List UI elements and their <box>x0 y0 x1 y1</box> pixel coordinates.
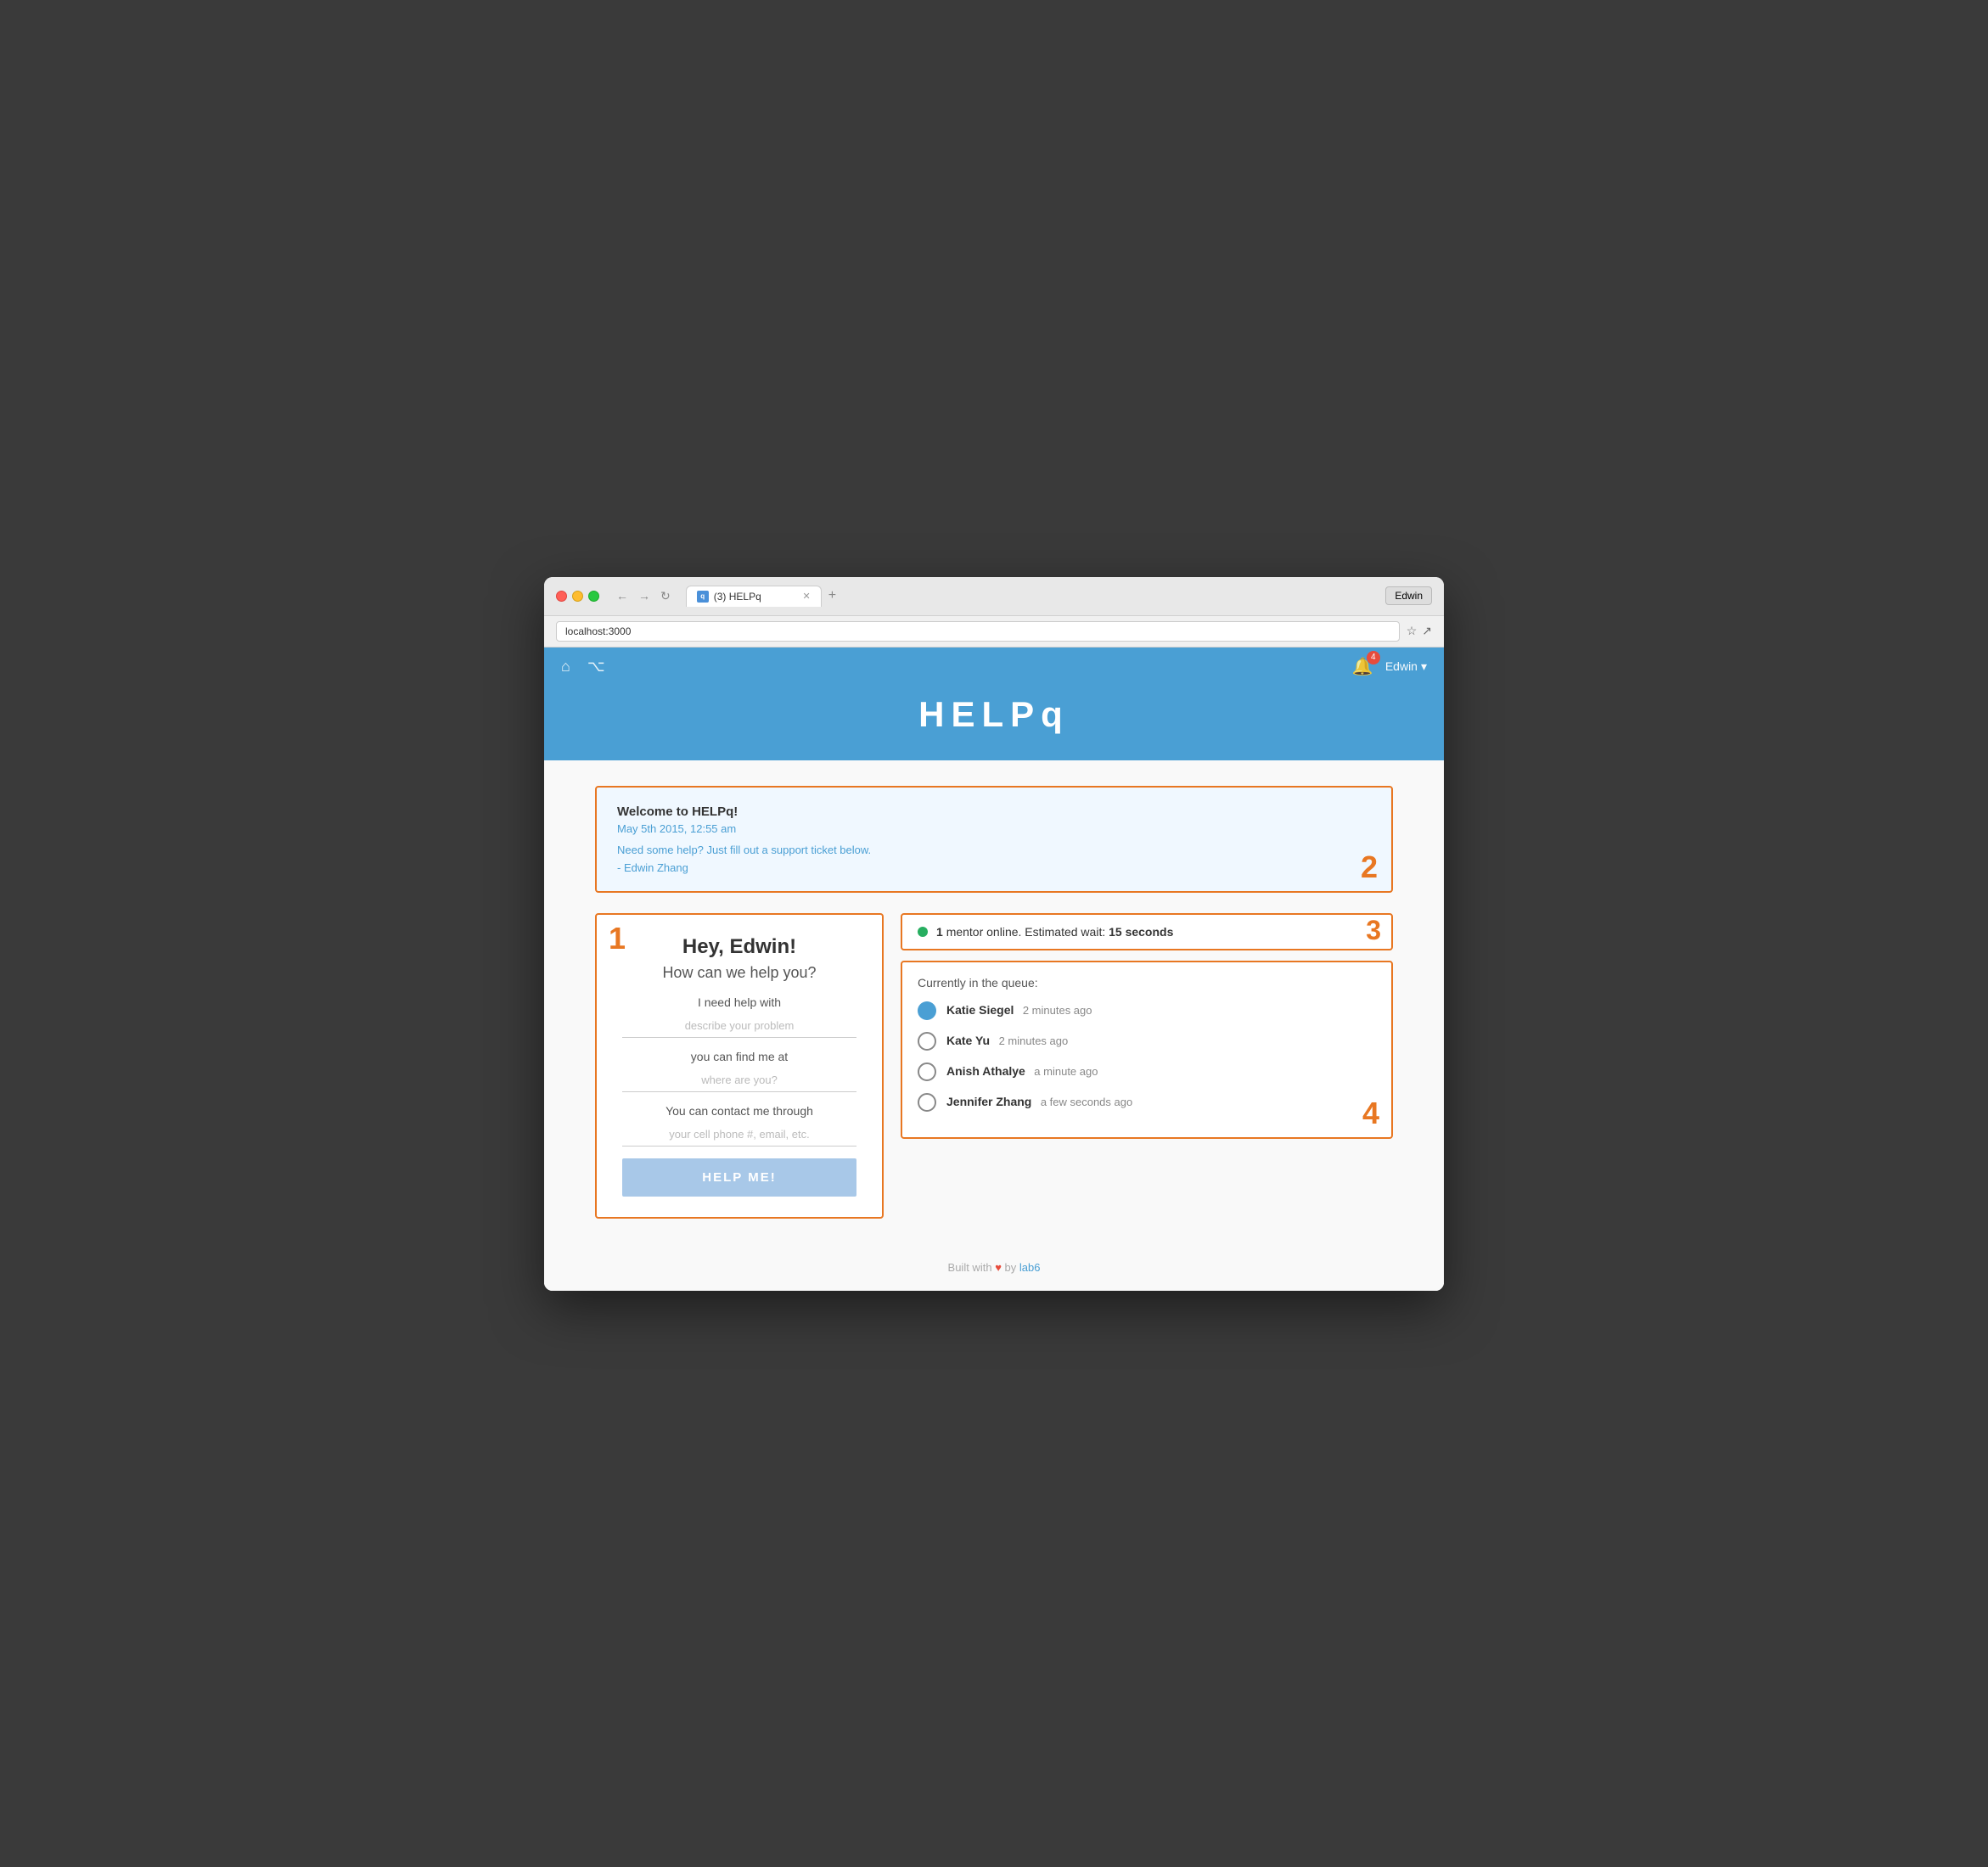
location-input[interactable] <box>622 1068 856 1092</box>
form-label-2: you can find me at <box>622 1050 856 1063</box>
queue-avatar-1 <box>918 1001 936 1020</box>
close-button[interactable] <box>556 591 567 602</box>
forward-button[interactable]: → <box>635 587 654 604</box>
help-me-button[interactable]: HELP ME! <box>622 1158 856 1197</box>
header-top: ⌂ ⌥ 🔔 4 Edwin ▾ <box>544 648 1444 686</box>
footer-built-with: Built with <box>948 1261 992 1274</box>
address-bar[interactable]: localhost:3000 <box>556 621 1400 642</box>
footer-by: by <box>1005 1261 1017 1274</box>
queue-avatar-2 <box>918 1032 936 1051</box>
tab-close-button[interactable]: ✕ <box>803 591 811 602</box>
browser-nav: ← → ↻ <box>613 587 674 605</box>
queue-time-2: 2 minutes ago <box>999 1034 1069 1047</box>
notification-bell[interactable]: 🔔 4 <box>1352 656 1373 677</box>
mentor-panel-number: 3 <box>1366 917 1381 944</box>
queue-avatar-3 <box>918 1062 936 1081</box>
user-menu-label: Edwin <box>1385 659 1418 673</box>
contact-input[interactable] <box>622 1123 856 1147</box>
queue-item-1: Katie Siegel 2 minutes ago <box>918 1001 1376 1020</box>
online-dot <box>918 927 928 937</box>
minimize-button[interactable] <box>572 591 583 602</box>
mentor-status-panel: 1 mentor online. Estimated wait: 15 seco… <box>901 913 1393 950</box>
queue-name-4: Jennifer Zhang <box>946 1095 1031 1108</box>
browser-action-icons: ☆ ↗ <box>1407 624 1432 638</box>
new-tab-button[interactable]: + <box>822 588 843 603</box>
app-header: ⌂ ⌥ 🔔 4 Edwin ▾ HELPq <box>544 648 1444 760</box>
queue-item-4: Jennifer Zhang a few seconds ago <box>918 1093 1376 1112</box>
browser-window: ← → ↻ q (3) HELPq ✕ + Edwin localhost:30… <box>544 577 1444 1291</box>
queue-time-3: a minute ago <box>1034 1065 1098 1078</box>
welcome-date: May 5th 2015, 12:55 am <box>617 822 1371 835</box>
queue-time-1: 2 minutes ago <box>1023 1004 1092 1017</box>
home-icon[interactable]: ⌂ <box>561 658 570 676</box>
form-label-1: I need help with <box>622 995 856 1009</box>
mentor-status-text: 1 mentor online. Estimated wait: 15 seco… <box>936 925 1173 939</box>
tab-bar: q (3) HELPq ✕ + <box>686 586 1379 607</box>
mentor-status-label: mentor online. Estimated wait: <box>946 925 1106 939</box>
app-title: HELPq <box>544 686 1444 760</box>
browser-titlebar: ← → ↻ q (3) HELPq ✕ + Edwin <box>544 577 1444 616</box>
queue-title: Currently in the queue: <box>918 976 1376 990</box>
user-profile-button[interactable]: Edwin <box>1385 586 1432 605</box>
form-panel-number: 1 <box>609 923 626 954</box>
footer-lab6-link[interactable]: lab6 <box>1019 1261 1041 1274</box>
welcome-panel-number: 2 <box>1361 852 1378 883</box>
queue-name-3: Anish Athalye <box>946 1064 1025 1078</box>
user-menu[interactable]: Edwin ▾ <box>1385 659 1427 674</box>
app-wrapper: ⌂ ⌥ 🔔 4 Edwin ▾ HELPq <box>544 648 1444 1291</box>
app-main: Welcome to HELPq! May 5th 2015, 12:55 am… <box>544 760 1444 1236</box>
queue-item-2: Kate Yu 2 minutes ago <box>918 1032 1376 1051</box>
queue-panel: Currently in the queue: Katie Siegel 2 m… <box>901 961 1393 1139</box>
mentor-count: 1 <box>936 925 943 939</box>
maximize-button[interactable] <box>588 591 599 602</box>
welcome-author: - Edwin Zhang <box>617 861 1371 874</box>
reload-button[interactable]: ↻ <box>657 587 674 605</box>
form-label-3: You can contact me through <box>622 1104 856 1118</box>
queue-panel-number: 4 <box>1362 1098 1379 1129</box>
welcome-title: Welcome to HELPq! <box>617 805 1371 819</box>
form-panel: 1 Hey, Edwin! How can we help you? I nee… <box>595 913 884 1219</box>
welcome-panel: Welcome to HELPq! May 5th 2015, 12:55 am… <box>595 786 1393 893</box>
tab-title: (3) HELPq <box>714 591 761 603</box>
tab-favicon: q <box>697 591 709 603</box>
header-icons-right: 🔔 4 Edwin ▾ <box>1352 656 1427 677</box>
form-greeting: Hey, Edwin! <box>622 935 856 959</box>
back-button[interactable]: ← <box>613 587 632 604</box>
bottom-row: 1 Hey, Edwin! How can we help you? I nee… <box>595 913 1393 1219</box>
browser-tab[interactable]: q (3) HELPq ✕ <box>686 586 822 607</box>
address-text: localhost:3000 <box>565 625 631 637</box>
chevron-down-icon: ▾ <box>1421 659 1427 674</box>
queue-name-1: Katie Siegel <box>946 1003 1014 1017</box>
header-icons-left: ⌂ ⌥ <box>561 658 605 676</box>
share-network-icon[interactable]: ⌥ <box>587 658 605 676</box>
queue-name-2: Kate Yu <box>946 1034 990 1047</box>
queue-time-4: a few seconds ago <box>1041 1096 1132 1108</box>
welcome-message: Need some help? Just fill out a support … <box>617 844 1371 856</box>
mentor-wait-time: 15 seconds <box>1109 925 1173 939</box>
star-icon[interactable]: ☆ <box>1407 624 1418 638</box>
share-icon[interactable]: ↗ <box>1422 624 1432 638</box>
app-footer: Built with ♥ by lab6 <box>544 1236 1444 1291</box>
queue-column: 1 mentor online. Estimated wait: 15 seco… <box>901 913 1393 1139</box>
queue-item-3: Anish Athalye a minute ago <box>918 1062 1376 1081</box>
notification-badge: 4 <box>1367 651 1380 664</box>
heart-icon: ♥ <box>995 1261 1004 1274</box>
problem-input[interactable] <box>622 1014 856 1038</box>
address-bar-row: localhost:3000 ☆ ↗ <box>544 616 1444 648</box>
form-subtitle: How can we help you? <box>622 964 856 982</box>
traffic-lights <box>556 591 599 602</box>
queue-avatar-4 <box>918 1093 936 1112</box>
